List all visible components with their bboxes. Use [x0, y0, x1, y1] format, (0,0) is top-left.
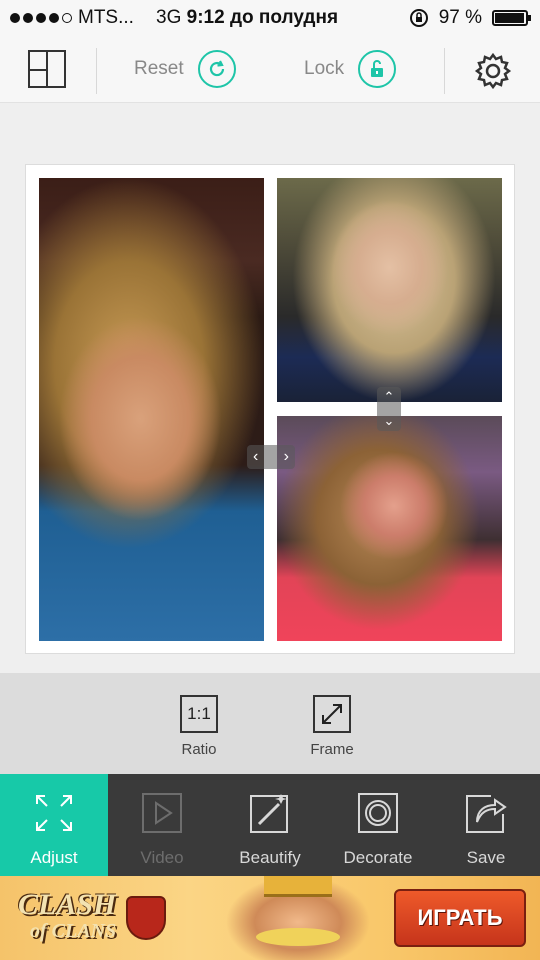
bottom-tab-bar: Adjust Video Beautify Decorate Save	[0, 774, 540, 876]
ad-logo: CLASH	[18, 888, 117, 921]
vertical-divider-handle[interactable]: ‹ ›	[247, 445, 295, 469]
reset-label: Reset	[134, 58, 184, 79]
collage-photo-top-right[interactable]	[277, 178, 502, 402]
collage-canvas: ‹ › ⌃ ⌄	[0, 103, 540, 673]
chevron-down-icon: ⌄	[383, 413, 395, 428]
adjust-options-bar: 1:1 Ratio Frame	[0, 673, 540, 774]
chevron-up-icon: ⌃	[383, 389, 395, 404]
lock-label: Lock	[304, 58, 345, 79]
ring-icon	[357, 792, 399, 834]
top-toolbar: Reset Lock	[0, 36, 540, 103]
frame-expand-icon	[313, 695, 351, 733]
collage-frame: ‹ › ⌃ ⌄	[25, 164, 515, 654]
frame-button[interactable]: Frame	[292, 695, 372, 758]
settings-gear-icon[interactable]	[472, 50, 514, 92]
clock: 9:12 до полудня	[186, 7, 339, 28]
ad-play-button[interactable]: ИГРАТЬ	[394, 889, 526, 947]
tab-beautify[interactable]: Beautify	[216, 774, 324, 876]
magic-wand-icon	[249, 792, 291, 834]
divider	[96, 48, 97, 94]
layout-icon[interactable]	[28, 50, 66, 88]
carrier-name: MTS...	[78, 7, 134, 28]
unlock-icon	[358, 50, 397, 88]
play-icon	[141, 792, 183, 834]
collage-photo-bottom-right[interactable]	[277, 416, 502, 641]
ad-banner[interactable]: CLASH of CLANS ИГРАТЬ	[0, 876, 540, 960]
horizontal-divider-handle[interactable]: ⌃ ⌄	[377, 387, 401, 431]
tab-decorate-label: Decorate	[343, 848, 413, 867]
tab-video-label: Video	[140, 848, 184, 867]
tab-beautify-label: Beautify	[239, 848, 301, 867]
ad-character-image	[218, 876, 378, 960]
tab-adjust-label: Adjust	[30, 848, 78, 867]
lock-button[interactable]: Lock	[304, 50, 397, 88]
tab-save[interactable]: Save	[432, 774, 540, 876]
rotation-lock-icon	[409, 9, 428, 27]
reset-icon	[197, 50, 236, 88]
tab-save-label: Save	[466, 848, 506, 867]
expand-arrows-icon	[33, 792, 75, 834]
network-type: 3G	[156, 7, 182, 28]
chevron-left-icon: ‹	[253, 448, 259, 465]
battery-icon	[492, 10, 531, 26]
tab-adjust[interactable]: Adjust	[0, 774, 108, 876]
frame-label: Frame	[310, 741, 354, 758]
ratio-label: Ratio	[181, 741, 217, 758]
tab-video[interactable]: Video	[108, 774, 216, 876]
battery-percent: 97 %	[438, 7, 482, 28]
ratio-icon: 1:1	[180, 695, 218, 733]
ad-logo-subtitle: of CLANS	[30, 920, 117, 942]
tab-decorate[interactable]: Decorate	[324, 774, 432, 876]
collage-photo-left[interactable]	[39, 178, 264, 641]
divider	[444, 48, 445, 94]
shield-icon	[126, 896, 166, 940]
share-arrow-icon	[465, 792, 507, 834]
status-bar: MTS... 3G 9:12 до полудня 97 %	[0, 0, 540, 36]
reset-button[interactable]: Reset	[134, 50, 236, 88]
ratio-button[interactable]: 1:1 Ratio	[159, 695, 239, 758]
chevron-right-icon: ›	[283, 448, 289, 465]
ratio-icon-text: 1:1	[187, 704, 211, 723]
signal-strength-icon	[10, 13, 72, 23]
